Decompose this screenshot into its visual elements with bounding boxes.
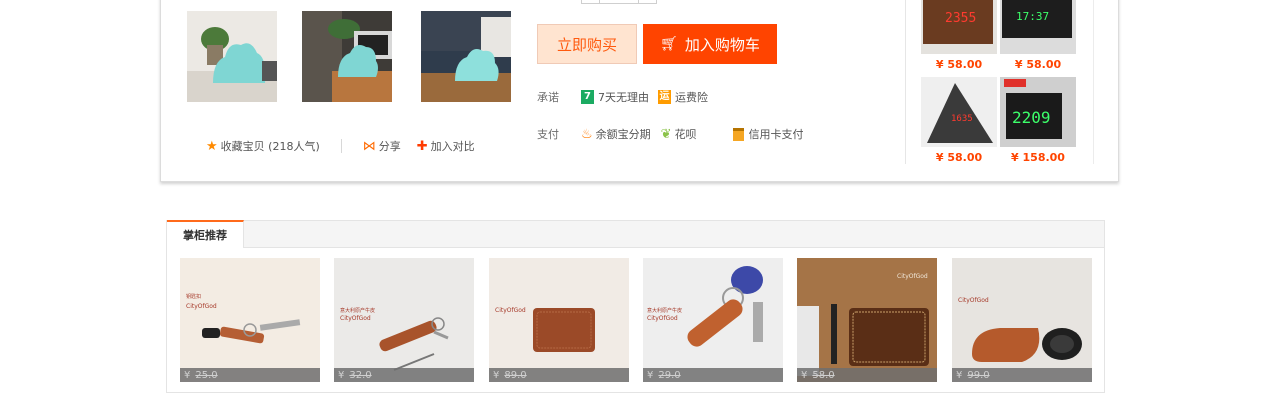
side-product-image: 2355 (921, 0, 997, 54)
compare-button[interactable]: ✚ 加入对比 (417, 138, 475, 154)
side-product-3[interactable]: 1635 ¥ 58.00 (921, 77, 997, 164)
add-to-cart-label: 加入购物车 (684, 35, 760, 54)
service-text: 运费险 (675, 91, 708, 104)
huabei-icon: ❦ (660, 126, 672, 142)
recommend-price: ¥ 29.0 (643, 368, 783, 382)
currency: ¥ (956, 369, 963, 381)
recommend-item[interactable]: 意大利原产牛皮 CityOfGod ¥ 32.0 (334, 258, 474, 382)
tab-label: 掌柜推荐 (183, 229, 227, 242)
share-button[interactable]: ⋈ 分享 (363, 138, 401, 154)
compare-label: 加入对比 (430, 140, 475, 153)
recommend-header: 掌柜推荐 (167, 220, 1104, 248)
side-product-4[interactable]: 2209 ¥ 158.00 (1000, 77, 1076, 164)
svg-text:17:37: 17:37 (1016, 10, 1049, 23)
favorite-label: 收藏宝贝 (218人气) (220, 140, 320, 153)
payment-text: 余额宝分期 (595, 128, 651, 141)
product-thumbnail-3[interactable] (421, 11, 511, 102)
payment-yuebao[interactable]: ♨ 余额宝分期 (581, 126, 651, 142)
price-value: 58.0 (812, 369, 835, 381)
svg-text:CityOfGod: CityOfGod (340, 315, 371, 322)
divider (1093, 0, 1094, 164)
plus-icon: ✚ (416, 138, 428, 154)
product-page: ★ 收藏宝贝 (218人气) ⋈ 分享 ✚ 加入对比 立即购买 🛒︎ 加入购物车… (0, 0, 1280, 408)
side-product-2[interactable]: 17:37 ¥ 58.00 (1000, 0, 1076, 71)
recommend-price: ¥ 32.0 (334, 368, 474, 382)
promise-row: 承诺 7 7天无理由 运 运费险 (537, 89, 708, 105)
recommend-item[interactable]: CityOfGod ¥ 99.0 (952, 258, 1092, 382)
product-thumbnail-1[interactable] (187, 11, 277, 102)
product-detail-panel: ★ 收藏宝贝 (218人气) ⋈ 分享 ✚ 加入对比 立即购买 🛒︎ 加入购物车… (160, 0, 1119, 182)
recommend-price: ¥ 89.0 (489, 368, 629, 382)
product-actions: ★ 收藏宝贝 (218人气) ⋈ 分享 ✚ 加入对比 (206, 138, 475, 154)
svg-text:1635: 1635 (951, 114, 973, 124)
service-text: 7天无理由 (598, 91, 649, 104)
price-value: 99.0 (967, 369, 990, 381)
cart-icon: 🛒︎ (660, 36, 678, 52)
side-product-image: 1635 (921, 77, 997, 147)
payment-text: 花呗 (674, 128, 697, 141)
favorite-button[interactable]: ★ 收藏宝贝 (218人气) (206, 138, 320, 154)
currency: ¥ (338, 369, 345, 381)
svg-text:CityOfGod: CityOfGod (186, 303, 217, 310)
share-label: 分享 (378, 140, 401, 153)
svg-text:CityOfGod: CityOfGod (897, 273, 928, 280)
buy-now-button[interactable]: 立即购买 (537, 24, 637, 64)
buy-now-label: 立即购买 (556, 35, 617, 54)
side-product-image: 2209 (1000, 77, 1076, 147)
price-value: 89.0 (504, 369, 527, 381)
tab-shopkeeper-recommend[interactable]: 掌柜推荐 (167, 220, 244, 248)
side-product-1[interactable]: 2355 ¥ 58.00 (921, 0, 997, 71)
currency: ¥ (801, 369, 808, 381)
service-shipping-insurance[interactable]: 运 运费险 (658, 89, 708, 105)
recommend-item[interactable]: CityOfGod ¥ 89.0 (489, 258, 629, 382)
recommend-item[interactable]: 意大利原产牛皮 CityOfGod ¥ 29.0 (643, 258, 783, 382)
divider (340, 139, 342, 153)
credit-card-icon (732, 127, 744, 141)
recommend-price: ¥ 25.0 (180, 368, 320, 382)
svg-text:CityOfGod: CityOfGod (495, 307, 526, 314)
side-product-price: ¥ 58.00 (1014, 58, 1062, 71)
recommend-price: ¥ 99.0 (952, 368, 1092, 382)
svg-text:CityOfGod: CityOfGod (958, 297, 989, 304)
shopkeeper-recommend-panel: 掌柜推荐 钥匙扣 CityOfGod ¥ 25.0 意大利原产牛皮 CityOf… (166, 220, 1105, 393)
recommend-price: ¥ 58.0 (797, 368, 937, 382)
product-thumbnail-2[interactable] (302, 11, 392, 102)
insurance-icon: 运 (658, 90, 671, 104)
payment-text: 信用卡支付 (748, 128, 804, 141)
quantity-stepper[interactable] (581, 0, 657, 4)
payment-huabei[interactable]: ❦ 花呗 (661, 126, 697, 142)
recommend-item[interactable]: CityOfGod ¥ 58.0 (797, 258, 937, 382)
svg-text:意大利原产牛皮: 意大利原产牛皮 (647, 307, 682, 314)
payment-label: 支付 (537, 128, 559, 141)
add-to-cart-button[interactable]: 🛒︎ 加入购物车 (643, 24, 777, 64)
side-product-price: ¥ 58.00 (935, 151, 983, 164)
currency: ¥ (184, 369, 191, 381)
svg-text:CityOfGod: CityOfGod (647, 315, 678, 322)
star-icon: ★ (206, 138, 218, 154)
price-value: 32.0 (349, 369, 372, 381)
share-icon: ⋈ (362, 138, 376, 154)
divider (905, 0, 906, 164)
side-product-price: ¥ 58.00 (935, 58, 983, 71)
svg-text:2355: 2355 (945, 11, 976, 26)
service-7day-return[interactable]: 7 7天无理由 (581, 89, 649, 105)
currency: ¥ (647, 369, 654, 381)
yuebao-icon: ♨ (581, 126, 593, 142)
svg-text:意大利原产牛皮: 意大利原产牛皮 (340, 307, 375, 314)
payment-row: 支付 ♨ 余额宝分期 ❦ 花呗 信用卡支付 (537, 126, 804, 142)
side-product-price: ¥ 158.00 (1011, 151, 1065, 164)
payment-credit-card[interactable]: 信用卡支付 (732, 126, 804, 142)
seven-day-icon: 7 (581, 90, 594, 104)
currency: ¥ (493, 369, 500, 381)
recommend-item[interactable]: 钥匙扣 CityOfGod ¥ 25.0 (180, 258, 320, 382)
price-value: 25.0 (195, 369, 218, 381)
promise-label: 承诺 (537, 91, 559, 104)
svg-text:2209: 2209 (1012, 108, 1051, 127)
svg-text:钥匙扣: 钥匙扣 (186, 293, 201, 300)
side-product-image: 17:37 (1000, 0, 1076, 54)
price-value: 29.0 (658, 369, 681, 381)
